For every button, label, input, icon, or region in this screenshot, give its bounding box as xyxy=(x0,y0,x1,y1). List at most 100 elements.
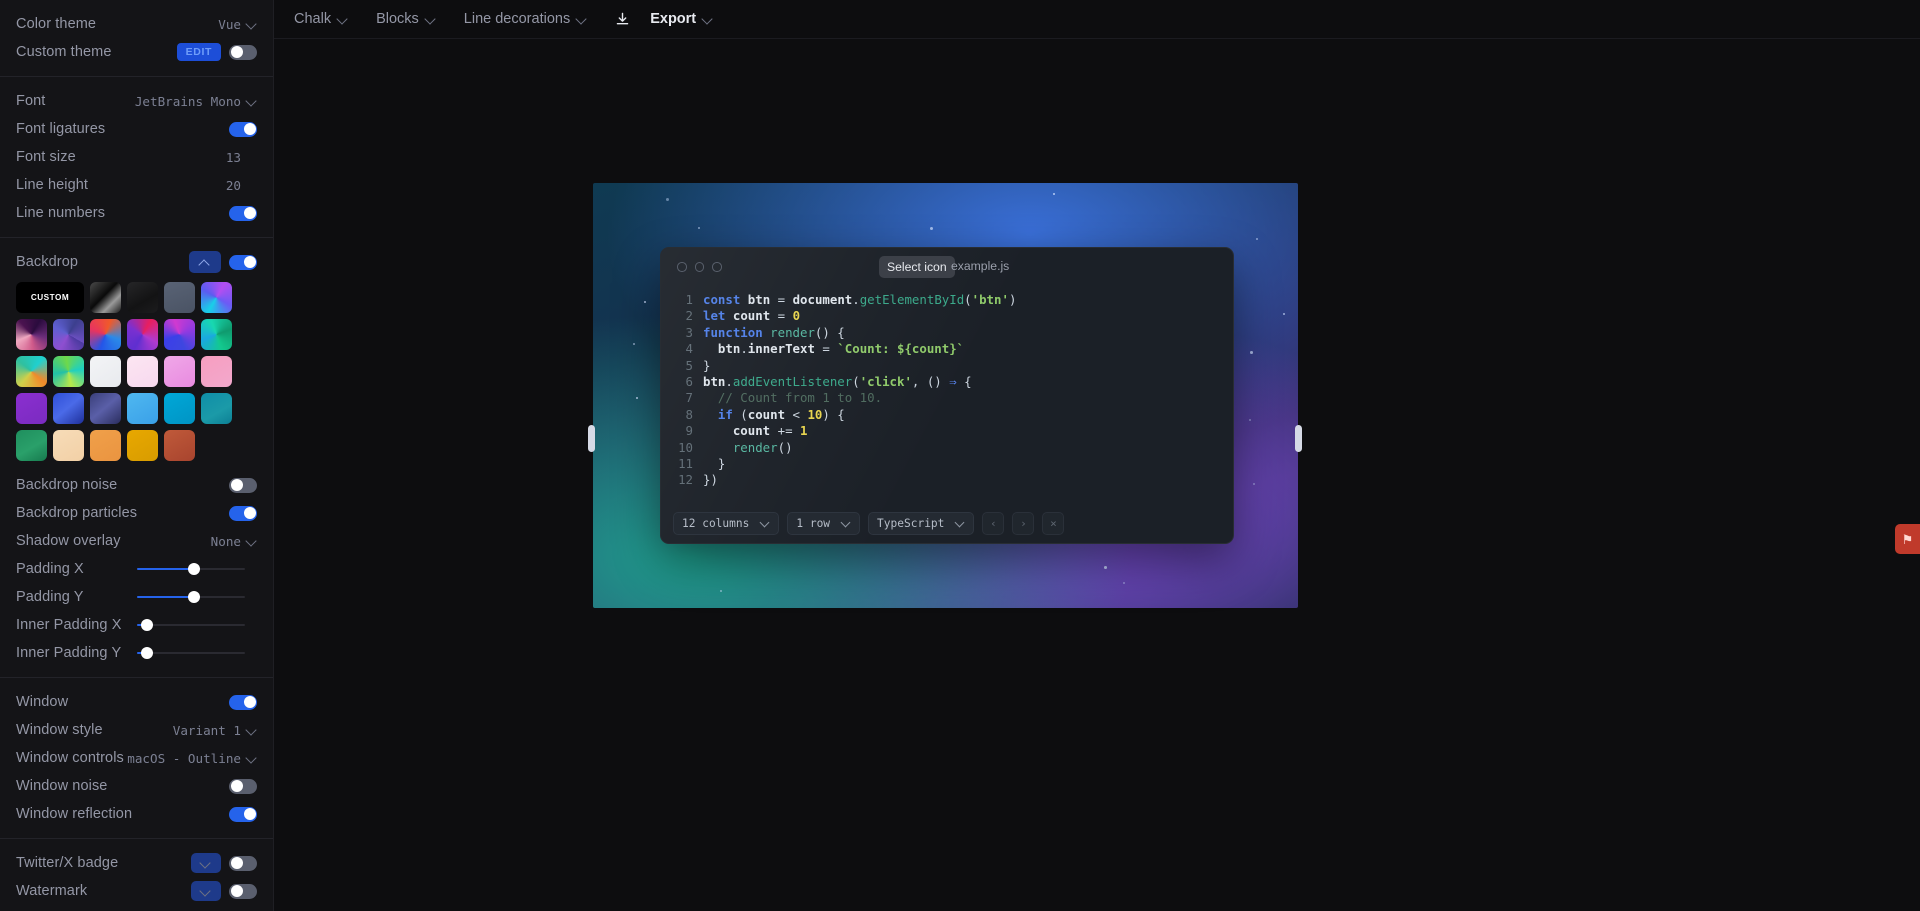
swatch-5[interactable] xyxy=(53,319,84,350)
padding-x-slider[interactable] xyxy=(137,561,245,577)
chevron-down-icon xyxy=(956,519,965,528)
code-content[interactable]: 1 const btn = document.getElementById('bt… xyxy=(661,286,1233,489)
setting-row-font: Font JetBrains Mono xyxy=(0,87,273,115)
prev-block-button[interactable]: ‹ xyxy=(982,511,1005,535)
close-block-button[interactable]: × xyxy=(1042,511,1065,535)
backdrop-collapse-button[interactable] xyxy=(189,251,221,273)
code-window: Select icon example.js 1 const btn = docu… xyxy=(660,247,1234,544)
custom-theme-edit-button[interactable]: EDIT xyxy=(176,43,221,61)
chevron-down-icon xyxy=(703,14,713,24)
code-line: 6 btn.addEventListener('click', () ⇒ { xyxy=(661,374,1233,390)
window-reflection-toggle[interactable] xyxy=(229,806,257,822)
window-titlebar: Select icon example.js xyxy=(661,248,1233,286)
menu-blocks[interactable]: Blocks xyxy=(362,0,450,39)
swatch-24[interactable] xyxy=(90,430,121,461)
padding-y-slider[interactable] xyxy=(137,589,245,605)
line-numbers-toggle[interactable] xyxy=(229,205,257,221)
setting-row-padding-x: Padding X xyxy=(0,555,273,583)
swatch-10[interactable] xyxy=(16,356,47,387)
line-number: 3 xyxy=(685,324,693,340)
chevron-down-icon xyxy=(247,96,257,106)
swatch-26[interactable] xyxy=(164,430,195,461)
twitter-badge-expand-button[interactable] xyxy=(191,853,221,873)
swatch-23[interactable] xyxy=(53,430,84,461)
feedback-widget[interactable]: ⚑ xyxy=(1895,524,1920,554)
window-controls-select[interactable]: macOS - Outline xyxy=(127,751,257,766)
swatch-6[interactable] xyxy=(90,319,121,350)
chevron-down-icon xyxy=(761,519,770,528)
swatch-1[interactable] xyxy=(127,282,158,313)
font-ligatures-toggle[interactable] xyxy=(229,121,257,137)
swatch-15[interactable] xyxy=(201,356,232,387)
resize-handle-left[interactable] xyxy=(588,425,595,452)
rows-value: 1 row xyxy=(796,516,831,530)
swatch-16[interactable] xyxy=(16,393,47,424)
swatch-12[interactable] xyxy=(90,356,121,387)
swatch-9[interactable] xyxy=(201,319,232,350)
top-toolbar: Chalk Blocks Line decorations Export xyxy=(274,0,1920,39)
next-block-button[interactable]: › xyxy=(1012,511,1035,535)
export-label: Export xyxy=(650,11,697,27)
particle xyxy=(1123,582,1126,585)
swatch-8[interactable] xyxy=(164,319,195,350)
swatch-0[interactable] xyxy=(90,282,121,313)
traffic-light-close[interactable] xyxy=(677,262,687,272)
chevron-down-icon xyxy=(247,19,257,29)
line-height-value[interactable]: 20 xyxy=(226,178,241,193)
menu-line-decorations[interactable]: Line decorations xyxy=(450,0,601,39)
chevron-down-icon xyxy=(201,886,211,896)
swatch-11[interactable] xyxy=(53,356,84,387)
filename-input[interactable]: example.js xyxy=(951,259,1009,273)
menu-line-decorations-label: Line decorations xyxy=(463,11,571,27)
shadow-overlay-select[interactable]: None xyxy=(211,534,257,549)
swatch-custom[interactable]: CUSTOM xyxy=(16,282,84,313)
particle xyxy=(1250,351,1253,354)
inner-padding-y-slider[interactable] xyxy=(137,645,245,661)
theme-section: Color theme Vue Custom theme EDIT xyxy=(0,0,273,76)
export-button[interactable]: Export xyxy=(636,0,727,39)
select-icon-tooltip[interactable]: Select icon xyxy=(879,256,955,278)
resize-handle-right[interactable] xyxy=(1295,425,1302,452)
color-theme-select[interactable]: Vue xyxy=(218,17,257,32)
swatch-18[interactable] xyxy=(90,393,121,424)
traffic-light-maximize[interactable] xyxy=(712,262,722,272)
swatch-17[interactable] xyxy=(53,393,84,424)
particle xyxy=(1253,483,1256,486)
rows-select[interactable]: 1 row xyxy=(787,511,861,535)
swatch-21[interactable] xyxy=(201,393,232,424)
swatch-19[interactable] xyxy=(127,393,158,424)
backdrop-particles-toggle[interactable] xyxy=(229,505,257,521)
watermark-toggle[interactable] xyxy=(229,883,257,899)
font-size-value[interactable]: 13 xyxy=(226,150,241,165)
particle xyxy=(633,343,635,345)
backdrop-toggle[interactable] xyxy=(229,254,257,270)
traffic-light-minimize[interactable] xyxy=(694,262,704,272)
download-button[interactable] xyxy=(601,0,636,39)
swatch-2[interactable] xyxy=(164,282,195,313)
swatch-20[interactable] xyxy=(164,393,195,424)
twitter-badge-toggle[interactable] xyxy=(229,855,257,871)
swatch-7[interactable] xyxy=(127,319,158,350)
swatch-13[interactable] xyxy=(127,356,158,387)
window-noise-toggle[interactable] xyxy=(229,778,257,794)
inner-padding-x-slider[interactable] xyxy=(137,617,245,633)
line-text: btn.innerText = `Count: ${count}` xyxy=(717,341,965,357)
custom-theme-toggle[interactable] xyxy=(229,44,257,60)
columns-select[interactable]: 12 columns xyxy=(673,511,780,535)
swatch-4[interactable] xyxy=(16,319,47,350)
swatch-25[interactable] xyxy=(127,430,158,461)
window-toggle[interactable] xyxy=(229,694,257,710)
code-line: 8 if (count < 10) { xyxy=(661,407,1233,423)
menu-chalk[interactable]: Chalk xyxy=(280,0,362,39)
window-style-select[interactable]: Variant 1 xyxy=(173,723,257,738)
font-select[interactable]: JetBrains Mono xyxy=(135,94,257,109)
swatch-22[interactable] xyxy=(16,430,47,461)
watermark-expand-button[interactable] xyxy=(191,881,221,901)
language-select[interactable]: TypeScript xyxy=(868,511,975,535)
main-area: Chalk Blocks Line decorations Export Sel… xyxy=(274,0,1920,911)
backdrop-noise-toggle[interactable] xyxy=(229,477,257,493)
setting-row-inner-padding-y: Inner Padding Y xyxy=(0,639,273,667)
chevron-down-icon xyxy=(842,519,851,528)
swatch-14[interactable] xyxy=(164,356,195,387)
swatch-3[interactable] xyxy=(201,282,232,313)
